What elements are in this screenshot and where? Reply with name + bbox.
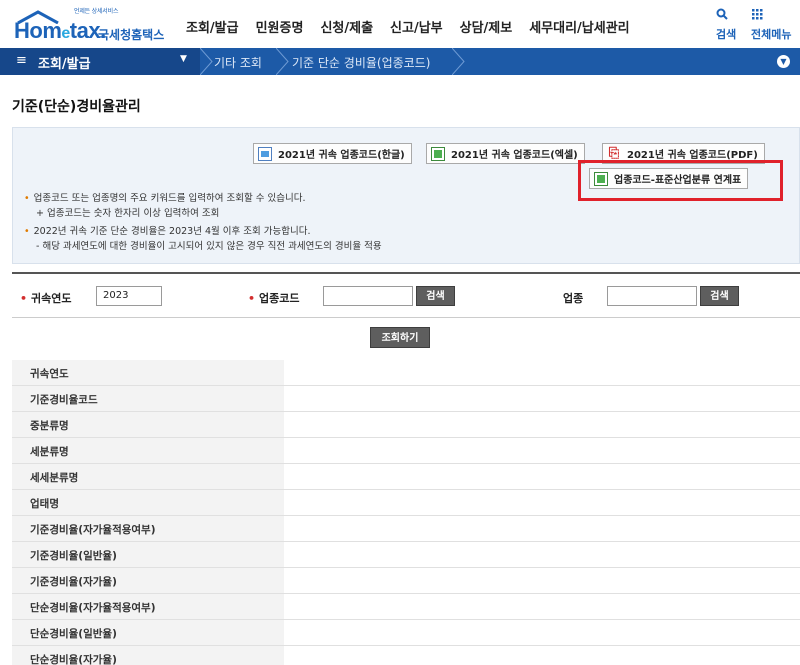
excel-file-icon [594,171,608,186]
row-header: 기준경비율(자가율) [12,568,284,593]
row-value [284,490,800,515]
industry-input[interactable] [607,286,697,306]
row-value [284,516,800,541]
required-mark: • [20,292,28,305]
table-row: 단순경비율(자가율적용여부) [12,594,800,620]
location-menu-label: 조회/발급 [38,57,91,72]
row-header: 단순경비율(자가율적용여부) [12,594,284,619]
industry-code-input[interactable] [323,286,413,306]
year-label: • 귀속연도 [20,292,72,305]
result-table: 귀속연도 기준경비율코드 중분류명 세분류명 세세분류명 업태명 기준경비율(자… [12,360,800,665]
row-header: 세분류명 [12,438,284,463]
row-header: 기준경비율코드 [12,386,284,411]
table-row: 단순경비율(일반율) [12,620,800,646]
page-title: 기준(단순)경비율관리 [12,99,141,115]
excel-file-icon [431,146,445,161]
row-header: 단순경비율(일반율) [12,620,284,645]
caret-down-icon: ▼ [180,54,187,64]
download-excel-label: 2021년 귀속 업종코드(엑셀) [451,150,578,161]
row-value [284,620,800,645]
table-row: 세세분류명 [12,464,800,490]
table-row: 단순경비율(자가율) [12,646,800,665]
required-mark: • [248,292,256,305]
download-hwp-button[interactable]: 2021년 귀속 업종코드(한글) [253,143,412,164]
logo-wordmark: Hometax. [14,18,106,43]
industry-classification-link-label: 업종코드-표준산업분류 연계표 [614,175,742,186]
table-row: 기준경비율(자가율) [12,568,800,594]
industry-code-search-button[interactable]: 검색 [416,286,455,306]
row-value [284,360,800,385]
row-header: 단순경비율(자가율) [12,646,284,665]
row-header: 기준경비율(일반율) [12,542,284,567]
download-excel-button[interactable]: 2021년 귀속 업종코드(엑셀) [426,143,585,164]
nav-item-inquiry[interactable]: 조회/발급 [186,17,239,36]
row-header: 중분류명 [12,412,284,437]
hometax-logo[interactable]: 언제든 상세서비스 Hometax. 국세청홈택스 [12,4,172,48]
row-header: 기준경비율(자가율적용여부) [12,516,284,541]
table-row: 기준경비율(자가율적용여부) [12,516,800,542]
main-nav: 조회/발급 민원증명 신청/제출 신고/납부 상담/제보 세무대리/납세관리 [186,17,647,36]
location-bar: ≡ 조회/발급 ▼ 기타 조회 기준 단순 경비율(업종코드) ▼ [0,48,800,75]
chevron-down-icon[interactable]: ▼ [777,55,790,68]
year-input[interactable]: 2023 [96,286,162,306]
info-note-sub: - 해당 과세연도에 대한 경비율이 고시되어 있지 않은 경우 직전 과세연도… [36,241,382,252]
breadcrumb-separator-icon [452,48,465,75]
table-row: 업태명 [12,490,800,516]
breadcrumb-separator-icon [200,48,213,75]
search-label: 검색 [716,28,737,41]
submit-inquiry-button[interactable]: 조회하기 [370,327,430,348]
download-hwp-label: 2021년 귀속 업종코드(한글) [278,150,405,161]
grid-icon [751,8,763,24]
row-header: 세세분류명 [12,464,284,489]
table-row: 기준경비율코드 [12,386,800,412]
hwp-file-icon [258,146,272,161]
all-menu-label: 전체메뉴 [751,28,792,41]
all-menu-button[interactable]: 전체메뉴 [751,8,791,41]
industry-label: 업종 [563,292,584,305]
info-note-sub: + 업종코드는 숫자 한자리 이상 입력하여 조회 [36,208,220,219]
info-note: 업종코드 또는 업종명의 주요 키워드를 입력하여 조회할 수 있습니다. [24,190,306,204]
breadcrumb-separator-icon [276,48,289,75]
table-row: 기준경비율(일반율) [12,542,800,568]
row-value [284,594,800,619]
breadcrumb-current[interactable]: 기준 단순 경비율(업종코드) [292,54,430,71]
table-row: 귀속연도 [12,360,800,386]
row-value [284,646,800,665]
logo-tagline: 언제든 상세서비스 [74,8,119,15]
nav-item-application[interactable]: 신청/제출 [320,17,373,36]
industry-code-label: • 업종코드 [248,292,300,305]
nav-item-certificate[interactable]: 민원증명 [256,17,304,36]
row-value [284,568,800,593]
row-value [284,464,800,489]
row-header: 업태명 [12,490,284,515]
row-value [284,542,800,567]
row-value [284,386,800,411]
nav-item-filing[interactable]: 신고/납부 [390,17,443,36]
location-menu-dropdown[interactable]: ≡ 조회/발급 ▼ [0,48,200,75]
table-row: 세분류명 [12,438,800,464]
industry-search-button[interactable]: 검색 [700,286,739,306]
row-value [284,412,800,437]
industry-classification-link-button[interactable]: 업종코드-표준산업분류 연계표 [589,168,749,189]
header-search-button[interactable]: 검색 [716,8,736,41]
logo-korean-name: 국세청홈택스 [98,28,165,42]
table-row: 중분류명 [12,412,800,438]
nav-item-agent[interactable]: 세무대리/납세관리 [529,17,629,36]
row-header: 귀속연도 [12,360,284,385]
nav-item-consult[interactable]: 상담/제보 [460,17,513,36]
hamburger-icon: ≡ [16,53,27,68]
row-value [284,438,800,463]
pdf-file-icon: ⎘ [608,145,620,161]
download-pdf-label: 2021년 귀속 업종코드(PDF) [627,150,758,161]
info-note: 2022년 귀속 기준 단순 경비율은 2023년 4월 이후 조회 가능합니다… [24,223,311,237]
breadcrumb-item[interactable]: 기타 조회 [214,54,262,71]
header: 언제든 상세서비스 Hometax. 국세청홈택스 조회/발급 민원증명 신청/… [0,0,800,52]
search-icon [716,8,728,24]
